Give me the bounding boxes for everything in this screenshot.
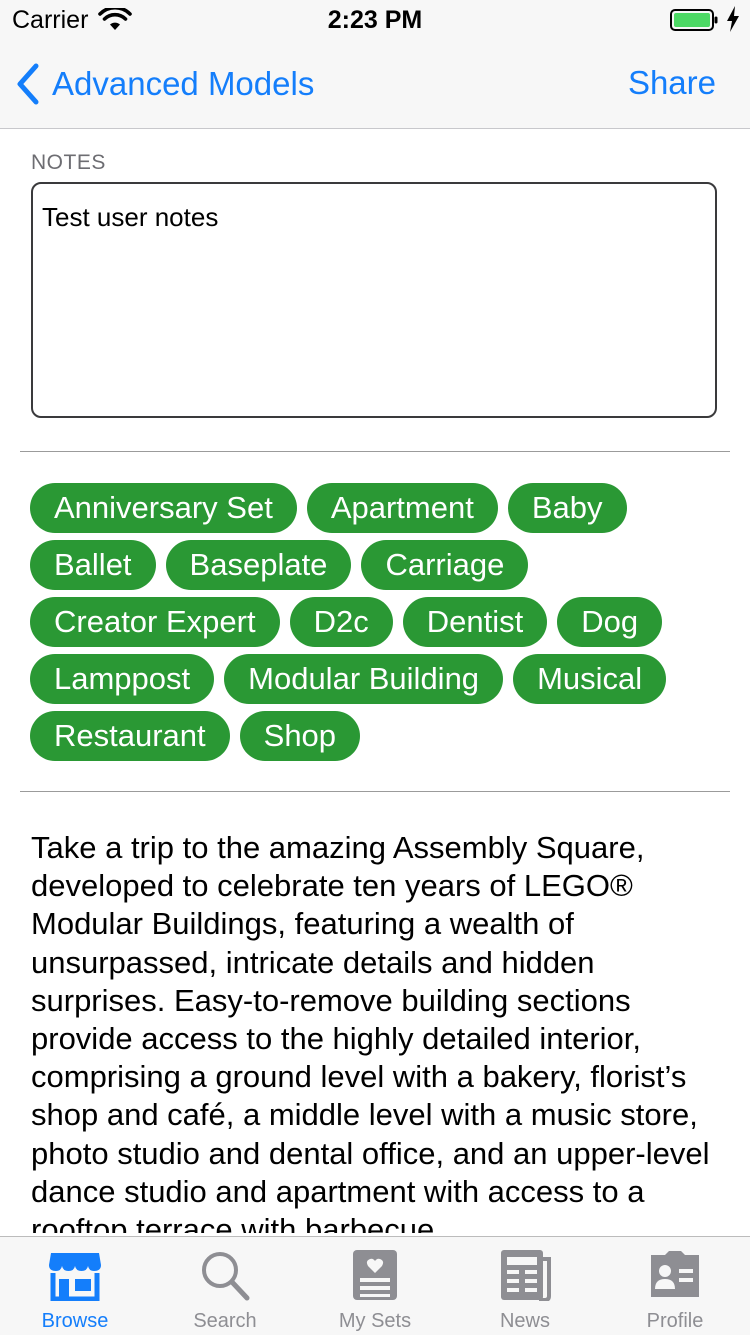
navigation-bar: Advanced Models Share (0, 40, 750, 129)
id-card-icon (651, 1251, 699, 1297)
tab-browse[interactable]: Browse (0, 1237, 150, 1335)
heart-list-icon (353, 1250, 397, 1300)
battery-icon (670, 9, 718, 31)
tag-chip[interactable]: Creator Expert (30, 597, 280, 647)
tag-chip[interactable]: Lamppost (30, 654, 215, 704)
tag-row: Anniversary Set Apartment Baby (30, 483, 730, 533)
tag-chip[interactable]: Anniversary Set (30, 483, 297, 533)
tag-chip[interactable]: Ballet (30, 540, 156, 590)
magnifier-icon (202, 1252, 250, 1301)
charging-bolt-icon (727, 6, 739, 32)
storefront-icon (49, 1253, 101, 1301)
tab-bar: Browse Search My Sets News Profile (0, 1236, 750, 1335)
section-divider (20, 451, 730, 452)
share-button[interactable]: Share (628, 64, 716, 102)
tab-news[interactable]: News (450, 1237, 600, 1335)
tag-row: Ballet Baseplate Carriage (30, 540, 730, 590)
tab-profile[interactable]: Profile (600, 1237, 750, 1335)
tag-chip[interactable]: Modular Building (224, 654, 504, 704)
chevron-left-icon (17, 63, 39, 105)
notes-section-label: NOTES (31, 151, 106, 174)
tab-label: Search (193, 1310, 257, 1332)
tag-chip[interactable]: Baseplate (165, 540, 352, 590)
tag-chip[interactable]: Apartment (306, 483, 498, 533)
back-button[interactable]: Advanced Models (16, 62, 314, 106)
tag-chip[interactable]: D2c (289, 597, 393, 647)
newspaper-icon (501, 1250, 551, 1301)
tab-my-sets[interactable]: My Sets (300, 1237, 450, 1335)
tab-label: Browse (41, 1310, 109, 1332)
tab-label: My Sets (338, 1310, 412, 1332)
tag-chip[interactable]: Shop (239, 711, 361, 761)
set-description: Take a trip to the amazing Assembly Squa… (31, 830, 710, 1233)
tag-chip[interactable]: Baby (507, 483, 627, 533)
tag-row: Restaurant Shop (30, 711, 730, 761)
status-bar: Carrier 2:23 PM (0, 0, 750, 40)
status-time: 2:23 PM (327, 6, 423, 34)
tag-row: Lamppost Modular Building Musical (30, 654, 730, 704)
back-button-label: Advanced Models (52, 65, 315, 102)
tab-label: News (499, 1310, 550, 1332)
tag-chip[interactable]: Carriage (361, 540, 529, 590)
tab-search[interactable]: Search (150, 1237, 300, 1335)
tag-chip[interactable]: Dog (557, 597, 663, 647)
tag-chip[interactable]: Restaurant (30, 711, 230, 761)
notes-textarea[interactable] (31, 182, 717, 418)
tag-chip[interactable]: Dentist (402, 597, 548, 647)
tag-row: Creator Expert D2c Dentist Dog (30, 597, 730, 647)
tag-chip[interactable]: Musical (513, 654, 667, 704)
tag-cloud: Anniversary Set Apartment Baby Ballet Basepl… (30, 483, 730, 768)
section-divider (20, 791, 730, 792)
tab-label: Profile (646, 1310, 704, 1332)
